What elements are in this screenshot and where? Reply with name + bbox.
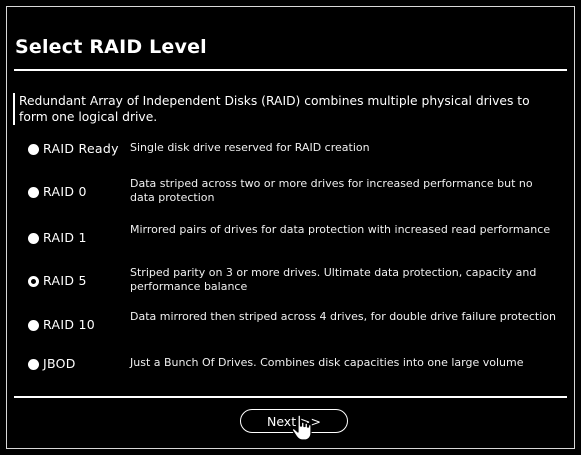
radio-button[interactable]	[28, 359, 39, 370]
raid-option-label: JBOD	[43, 356, 76, 371]
raid-option-description: Data mirrored then striped across 4 driv…	[130, 310, 556, 323]
raid-option-label: RAID 0	[43, 184, 87, 199]
intro-text: Redundant Array of Independent Disks (RA…	[13, 93, 561, 125]
dialog-title: Select RAID Level	[15, 36, 207, 58]
title-divider	[14, 69, 567, 71]
raid-option-label: RAID 10	[43, 317, 96, 332]
radio-button[interactable]	[28, 233, 39, 244]
raid-option-description: Single disk drive reserved for RAID crea…	[130, 141, 370, 154]
radio-button-selected[interactable]	[28, 276, 39, 287]
hand-pointer-icon	[291, 414, 312, 441]
footer-divider	[14, 396, 567, 398]
raid-option-description: Striped parity on 3 or more drives. Ulti…	[130, 266, 537, 293]
raid-option-description: Mirrored pairs of drives for data protec…	[130, 223, 551, 236]
raid-option-label: RAID 5	[43, 273, 87, 288]
raid-option-label: RAID Ready	[43, 141, 119, 156]
radio-button[interactable]	[28, 187, 39, 198]
raid-option-label: RAID 1	[43, 230, 87, 245]
raid-option-description: Just a Bunch Of Drives. Combines disk ca…	[130, 356, 524, 369]
raid-option-description: Data striped across two or more drives f…	[130, 177, 533, 204]
radio-button[interactable]	[28, 320, 39, 331]
radio-button[interactable]	[28, 144, 39, 155]
